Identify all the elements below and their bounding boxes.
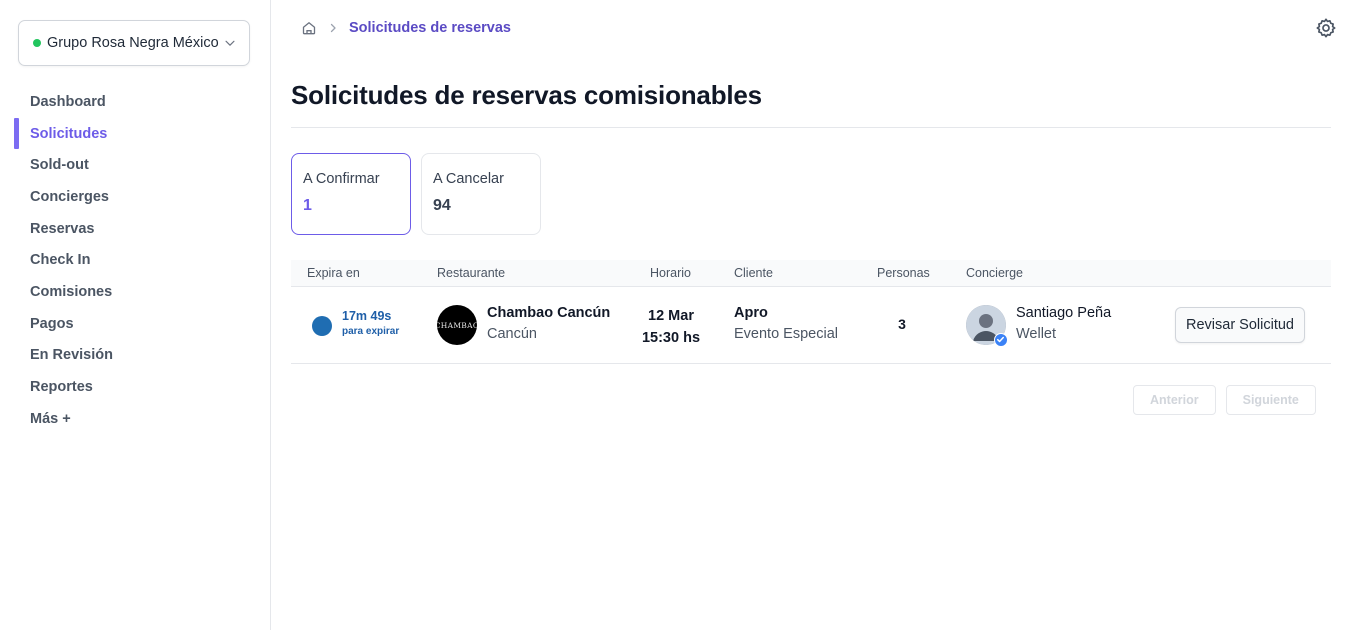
- sidebar-item-solicitudes[interactable]: Solicitudes: [0, 117, 270, 150]
- column-header-horario: Horario: [650, 266, 691, 280]
- tab-a-cancelar[interactable]: A Cancelar 94: [421, 153, 541, 235]
- restaurant-city: Cancún: [487, 326, 537, 342]
- schedule-time: 15:30 hs: [641, 330, 701, 346]
- restaurant-logo: CHAMBAO: [437, 305, 477, 345]
- concierge-org: Wellet: [1016, 326, 1057, 342]
- status-dot: [33, 39, 41, 47]
- tab-a-confirmar[interactable]: A Confirmar 1: [291, 153, 411, 235]
- chevron-right-icon: [330, 23, 336, 33]
- gear-icon[interactable]: [1315, 17, 1337, 39]
- sidebar-item-mas[interactable]: Más +: [0, 403, 270, 435]
- verified-badge-icon: [994, 333, 1008, 347]
- breadcrumb-current[interactable]: Solicitudes de reservas: [349, 20, 511, 36]
- sidebar-item-reservas[interactable]: Reservas: [0, 213, 270, 245]
- sidebar-item-comisiones[interactable]: Comisiones: [0, 276, 270, 308]
- tab-count: 94: [433, 197, 451, 214]
- previous-page-button[interactable]: Anterior: [1133, 385, 1216, 415]
- chevron-down-icon: [225, 40, 235, 46]
- tab-label: A Confirmar: [303, 171, 380, 187]
- sidebar-item-dashboard[interactable]: Dashboard: [0, 86, 270, 118]
- party-size: 3: [898, 316, 906, 332]
- column-header-restaurante: Restaurante: [437, 266, 506, 280]
- page-title: Solicitudes de reservas comisionables: [291, 80, 762, 110]
- schedule: 12 Mar 15:30 hs: [632, 305, 710, 349]
- concierge-name: Santiago Peña: [1016, 305, 1112, 321]
- next-page-button[interactable]: Siguiente: [1225, 385, 1316, 415]
- column-header-personas: Personas: [877, 266, 930, 280]
- sidebar: Grupo Rosa Negra México Dashboard Solici…: [0, 0, 271, 630]
- restaurant-info: Chambao Cancún Cancún: [487, 305, 610, 342]
- schedule-date: 12 Mar: [648, 308, 694, 324]
- sidebar-item-check-in[interactable]: Check In: [0, 244, 270, 276]
- main-content: Solicitudes de reservas Solicitudes de r…: [271, 0, 1363, 630]
- org-selector[interactable]: Grupo Rosa Negra México: [18, 20, 250, 66]
- client-name: Apro: [734, 305, 768, 321]
- column-header-cliente: Cliente: [734, 266, 773, 280]
- sidebar-item-pagos[interactable]: Pagos: [0, 308, 270, 340]
- tab-label: A Cancelar: [433, 171, 504, 187]
- column-header-expira: Expira en: [307, 266, 360, 280]
- avatar: [966, 305, 1008, 347]
- tab-count: 1: [303, 197, 312, 214]
- org-name: Grupo Rosa Negra México: [47, 35, 219, 51]
- expire-countdown: 17m 49s para expirar: [342, 309, 399, 337]
- table-row: 17m 49s para expirar CHAMBAO Chambao Can…: [291, 287, 1331, 364]
- requests-table: Expira en Restaurante Horario Cliente Pe…: [291, 260, 1331, 364]
- expire-time: 17m 49s: [342, 309, 392, 323]
- breadcrumb: Solicitudes de reservas: [301, 18, 511, 38]
- column-header-concierge: Concierge: [966, 266, 1023, 280]
- title-divider: [291, 127, 1331, 128]
- concierge-info: Santiago Peña Wellet: [1016, 305, 1111, 342]
- review-request-button[interactable]: Revisar Solicitud: [1175, 307, 1305, 343]
- expire-indicator: [312, 316, 332, 336]
- restaurant-name: Chambao Cancún: [487, 305, 611, 321]
- client-info: Apro Evento Especial: [734, 305, 838, 342]
- sidebar-item-concierges[interactable]: Concierges: [0, 181, 270, 213]
- pagination: Anterior Siguiente: [1133, 385, 1316, 415]
- table-header: Expira en Restaurante Horario Cliente Pe…: [291, 260, 1331, 287]
- expire-subtext: para expirar: [342, 326, 400, 337]
- home-icon[interactable]: [301, 20, 317, 36]
- status-tabs: A Confirmar 1 A Cancelar 94: [291, 153, 541, 235]
- sidebar-item-sold-out[interactable]: Sold-out: [0, 149, 270, 181]
- client-event: Evento Especial: [734, 326, 838, 342]
- sidebar-item-en-revision[interactable]: En Revisión: [0, 340, 270, 372]
- restaurant-logo-text: CHAMBAO: [437, 320, 477, 330]
- sidebar-nav: Dashboard Solicitudes Sold-out Concierge…: [0, 86, 270, 435]
- sidebar-item-reportes[interactable]: Reportes: [0, 371, 270, 403]
